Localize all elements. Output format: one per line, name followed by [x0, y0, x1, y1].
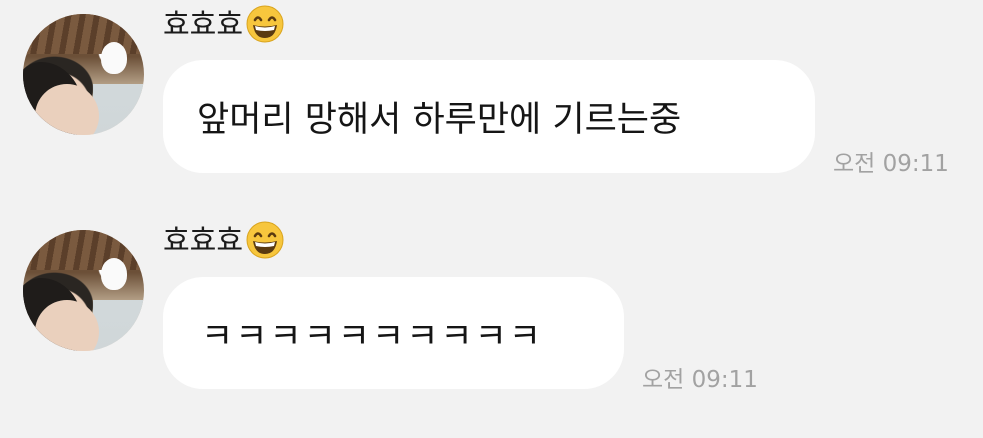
- message-text: 앞머리 망해서 하루만에 기르는중: [197, 100, 682, 140]
- message-bubble[interactable]: ㅋㅋㅋㅋㅋㅋㅋㅋㅋㅋ: [163, 277, 624, 389]
- sender-avatar[interactable]: [23, 14, 144, 135]
- grinning-face-icon: [245, 4, 285, 44]
- avatar-background: [93, 300, 144, 351]
- sender-name-row: 효효효: [163, 4, 285, 44]
- avatar-face: [35, 84, 99, 135]
- sender-name-row: 효효효: [163, 220, 285, 260]
- avatar-background: [23, 14, 144, 54]
- message-bubble[interactable]: 앞머리 망해서 하루만에 기르는중: [163, 60, 815, 173]
- avatar-background: [101, 42, 127, 74]
- avatar-background: [93, 84, 144, 135]
- avatar-background: [23, 230, 144, 270]
- grinning-face-icon: [245, 220, 285, 260]
- message-timestamp: 오전 09:11: [833, 151, 949, 177]
- avatar-face: [35, 300, 99, 351]
- sender-name: 효효효: [163, 222, 244, 257]
- message-text: ㅋㅋㅋㅋㅋㅋㅋㅋㅋㅋ: [201, 316, 544, 357]
- avatar-background: [101, 258, 127, 290]
- sender-name: 효효효: [163, 6, 244, 41]
- message-timestamp: 오전 09:11: [642, 367, 758, 393]
- sender-avatar[interactable]: [23, 230, 144, 351]
